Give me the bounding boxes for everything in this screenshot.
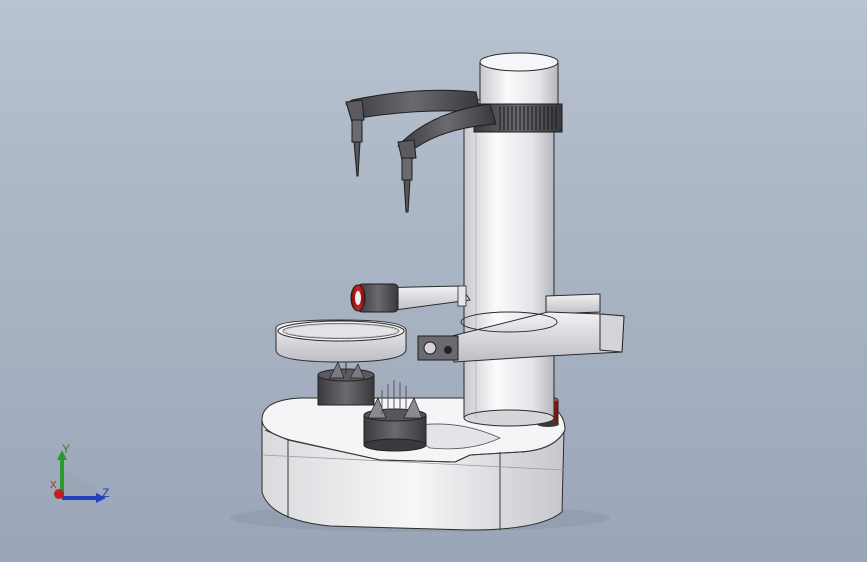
axis-z-label: Z — [102, 486, 110, 500]
axis-y-label: Y — [62, 442, 71, 456]
main-column[interactable] — [463, 99, 555, 427]
fork-holder-rear[interactable] — [317, 360, 375, 406]
cad-viewport[interactable]: Y Z X — [0, 0, 867, 562]
top-pin-right[interactable] — [401, 157, 413, 213]
column-top-cap[interactable] — [479, 52, 559, 107]
top-pin-left[interactable] — [351, 119, 363, 177]
axis-x-label: X — [50, 480, 57, 491]
blade-roller[interactable] — [350, 283, 399, 313]
axis-triad[interactable]: Y Z X — [40, 440, 120, 510]
ring-platter[interactable] — [275, 319, 407, 363]
lower-arm[interactable] — [417, 311, 625, 363]
peeler-machine-model[interactable] — [0, 0, 867, 562]
